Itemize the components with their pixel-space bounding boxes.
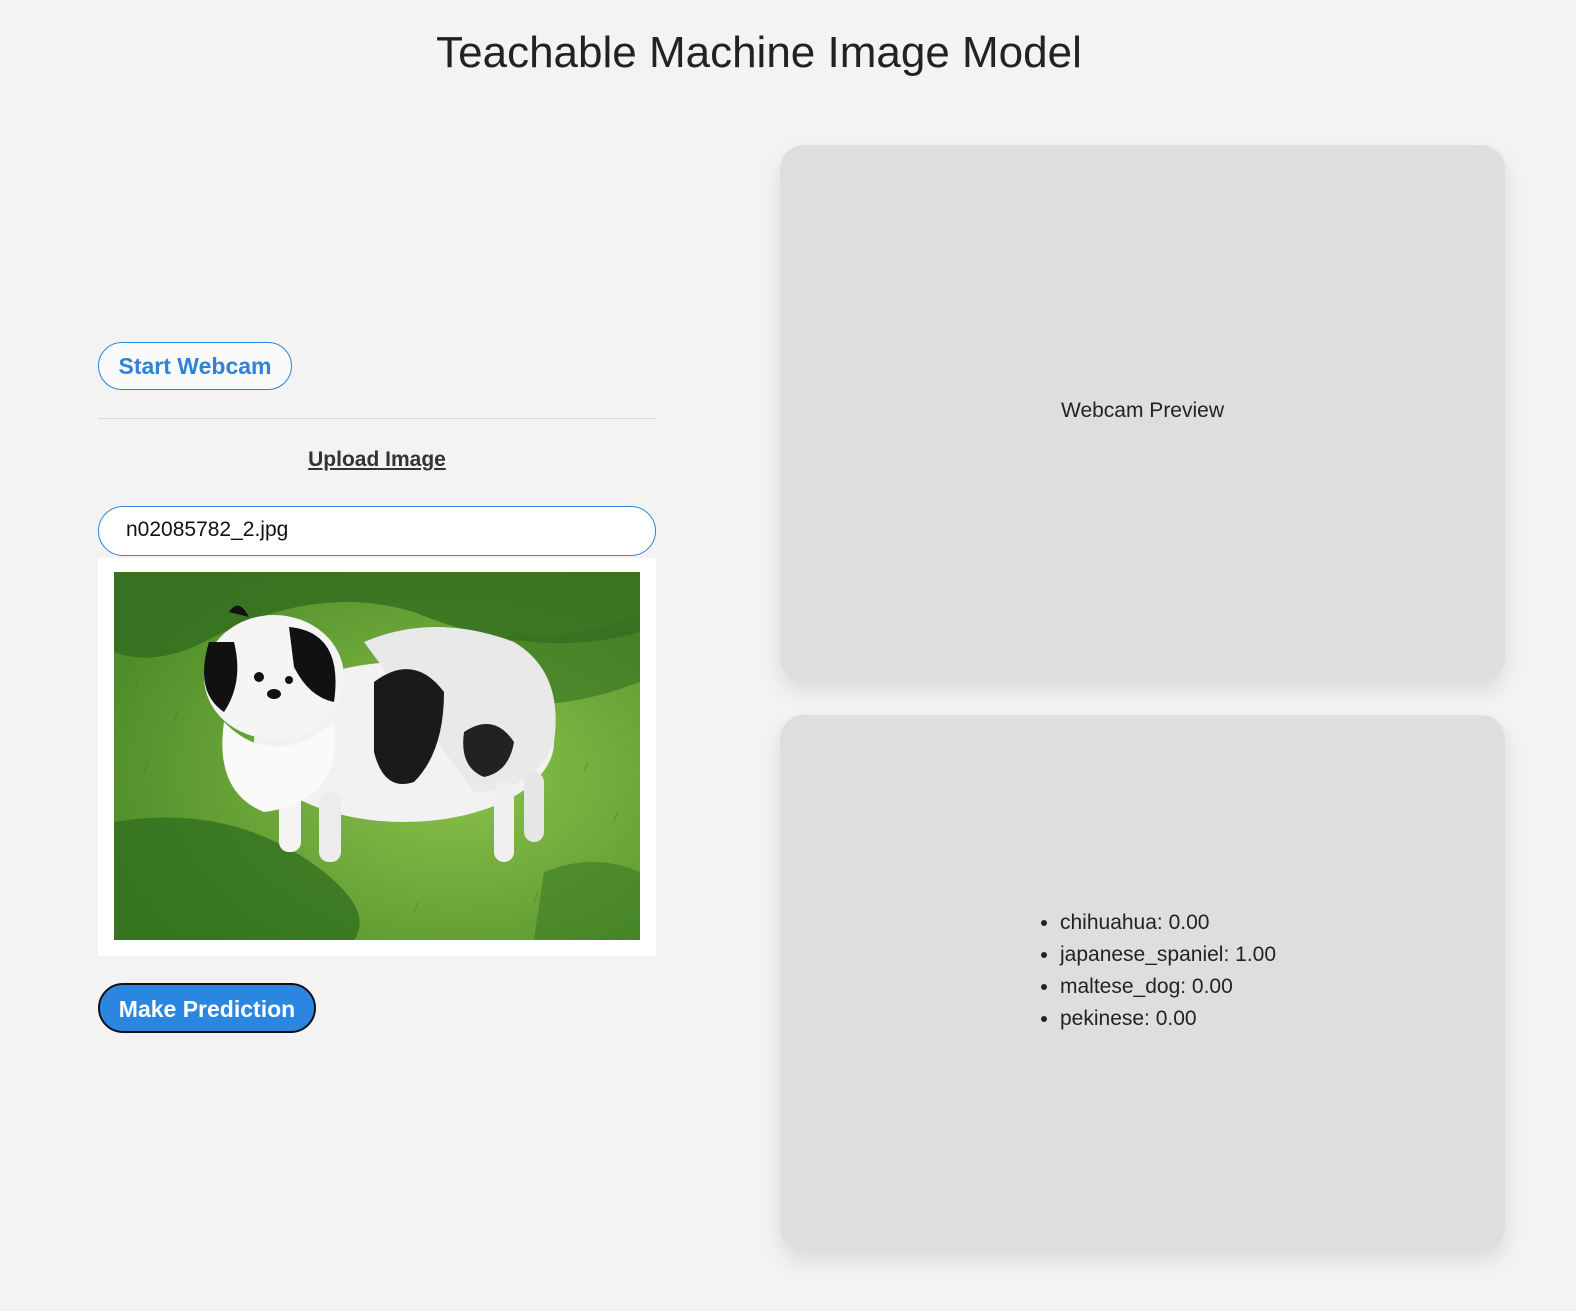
upload-image-label[interactable]: Upload Image <box>98 448 656 472</box>
list-item: chihuahua: 0.00 <box>1060 907 1276 939</box>
list-item: japanese_spaniel: 1.00 <box>1060 939 1276 971</box>
page-title: Teachable Machine Image Model <box>436 28 1082 77</box>
webcam-preview-panel: Webcam Preview <box>780 145 1505 681</box>
dog-photo <box>114 572 640 940</box>
make-prediction-button[interactable]: Make Prediction <box>98 983 316 1033</box>
start-webcam-button[interactable]: Start Webcam <box>98 342 292 390</box>
prediction-list: chihuahua: 0.00 japanese_spaniel: 1.00 m… <box>1038 907 1276 1035</box>
webcam-preview-placeholder: Webcam Preview <box>1061 399 1224 422</box>
uploaded-image-preview <box>98 558 656 956</box>
prediction-results-panel: chihuahua: 0.00 japanese_spaniel: 1.00 m… <box>780 715 1505 1251</box>
divider <box>98 418 656 419</box>
file-input[interactable]: n02085782_2.jpg <box>98 506 656 556</box>
list-item: maltese_dog: 0.00 <box>1060 971 1276 1003</box>
list-item: pekinese: 0.00 <box>1060 1003 1276 1035</box>
